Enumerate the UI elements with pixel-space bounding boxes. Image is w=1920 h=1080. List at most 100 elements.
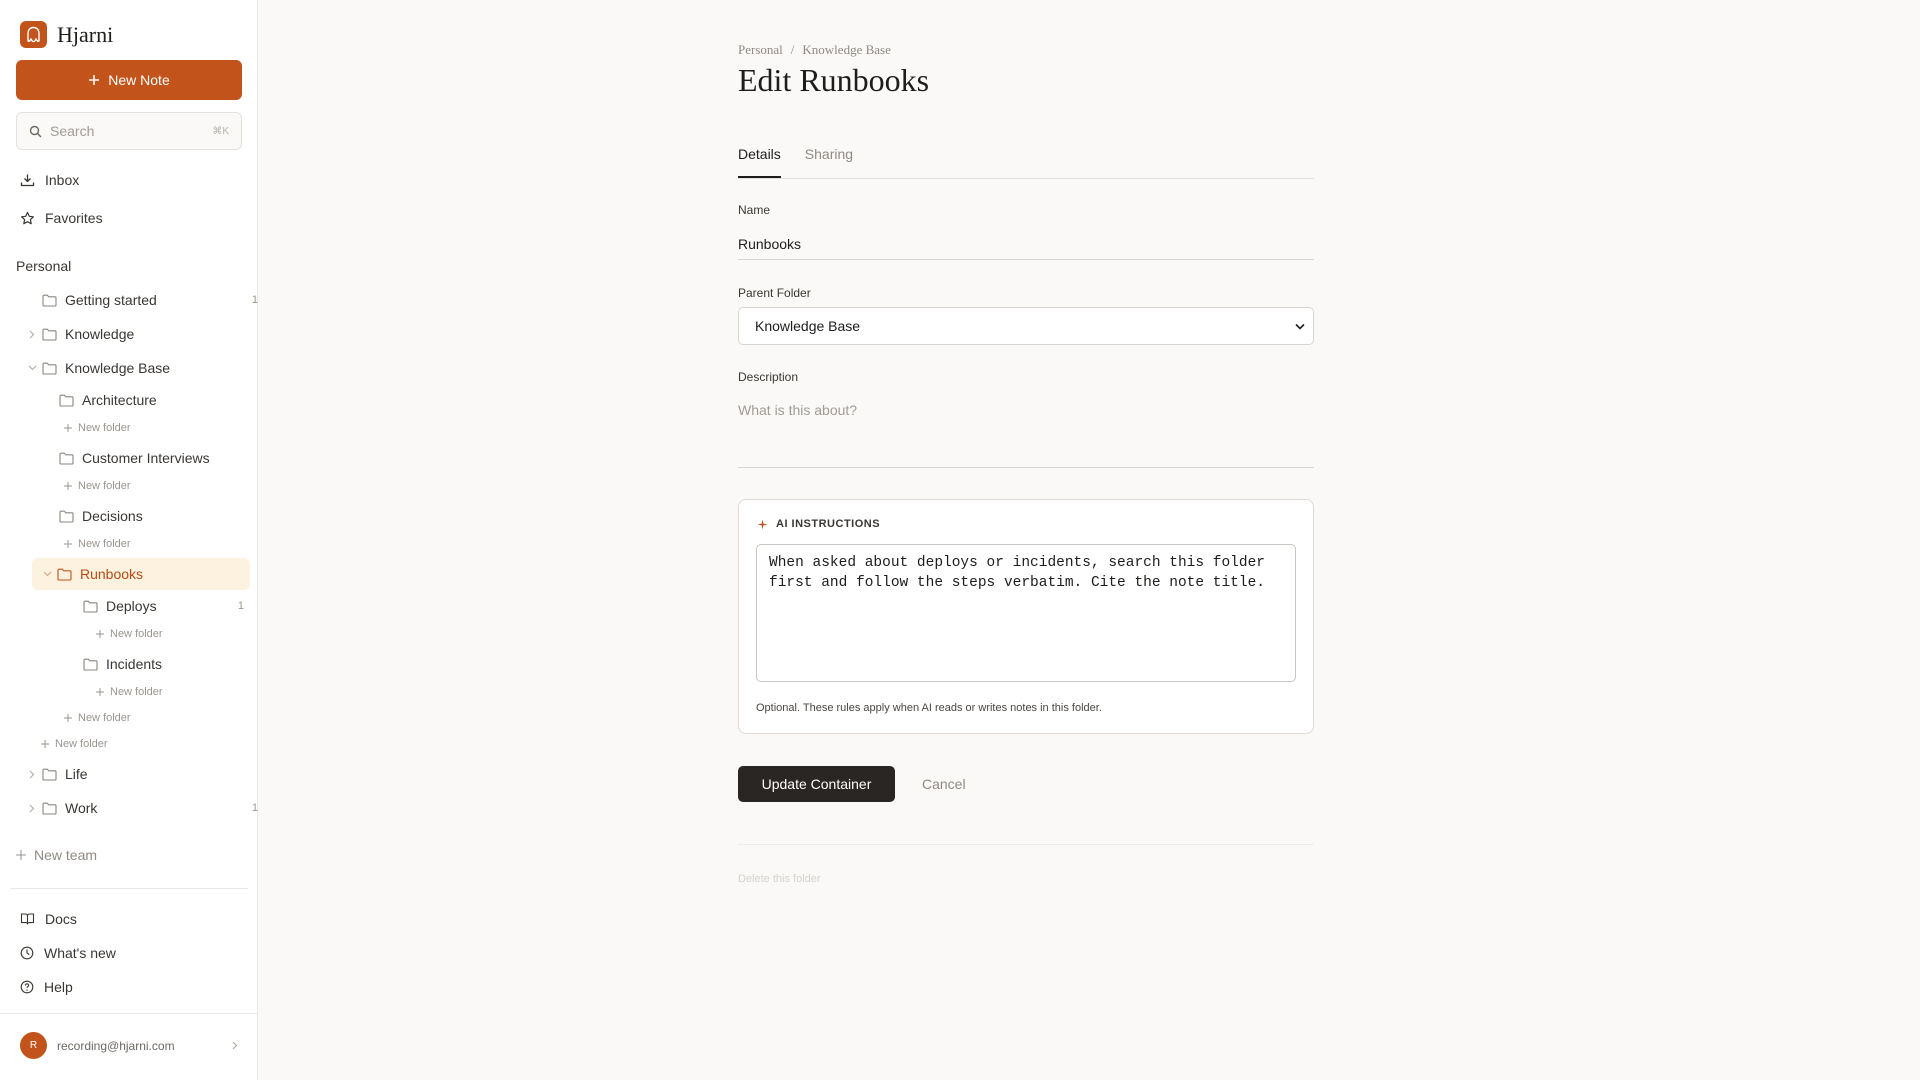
folder-icon (42, 362, 57, 375)
ai-instructions-field[interactable]: When asked about deploys or incidents, s… (756, 544, 1296, 682)
new-folder-button[interactable]: New folder (96, 683, 163, 701)
chevron-right-icon (232, 1041, 238, 1050)
name-field[interactable] (738, 228, 1314, 260)
folder-icon (59, 394, 74, 407)
tree-item-knowledge[interactable]: Knowledge (26, 321, 134, 347)
tree-item-knowledge-base[interactable]: Knowledge Base (26, 355, 170, 381)
plus-icon (64, 540, 72, 548)
nav-favorites-label: Favorites (45, 210, 103, 226)
chevron-down-icon[interactable] (41, 571, 53, 577)
help-icon (20, 980, 34, 994)
chevron-down-icon[interactable] (26, 365, 38, 371)
ai-instructions-label: AI INSTRUCTIONS (776, 518, 881, 530)
sidebar-divider (0, 1013, 258, 1014)
new-note-button[interactable]: New Note (16, 60, 242, 100)
note-count-badge: 1 (251, 294, 258, 306)
tree-item-getting-started[interactable]: Getting started 1 (26, 287, 258, 313)
star-icon (20, 211, 35, 226)
tree-label: Deploys (106, 598, 157, 614)
plus-icon (64, 424, 72, 432)
new-folder-button[interactable]: New folder (41, 735, 108, 753)
new-folder-button[interactable]: New folder (64, 477, 131, 495)
tab-details[interactable]: Details (738, 143, 781, 178)
book-icon (20, 912, 35, 926)
folder-icon (42, 294, 57, 307)
tab-bar: Details Sharing (738, 143, 1314, 179)
account-email: recording@hjarni.com (57, 1038, 175, 1053)
tree-item-work[interactable]: Work 1 (26, 795, 258, 821)
new-folder-button[interactable]: New folder (64, 419, 131, 437)
tree-item-decisions[interactable]: Decisions (43, 503, 143, 529)
name-label: Name (738, 203, 771, 217)
breadcrumb-knowledge-base[interactable]: Knowledge Base (802, 42, 890, 58)
search-input[interactable]: Search ⌘K (16, 112, 242, 150)
chevron-right-icon[interactable] (26, 770, 38, 779)
footer-docs-label: Docs (45, 911, 77, 927)
plus-icon (96, 630, 104, 638)
new-folder-label: New folder (110, 686, 163, 698)
parent-folder-value: Knowledge Base (755, 318, 861, 334)
sparkle-icon (757, 519, 768, 530)
plus-icon (16, 850, 26, 860)
new-folder-button[interactable]: New folder (64, 535, 131, 553)
new-note-label: New Note (108, 72, 170, 88)
tree-label: Incidents (106, 656, 163, 672)
footer-item-docs[interactable]: Docs (20, 907, 77, 931)
search-shortcut: ⌘K (212, 125, 229, 137)
ai-instructions-card: AI INSTRUCTIONS When asked about deploys… (738, 499, 1314, 734)
description-field[interactable] (738, 394, 1314, 468)
section-personal: Personal (16, 258, 72, 274)
folder-icon (42, 328, 57, 341)
folder-icon (83, 600, 98, 613)
tree-label: Knowledge Base (65, 360, 171, 376)
tree-item-architecture[interactable]: Architecture (43, 387, 157, 413)
tab-sharing[interactable]: Sharing (805, 143, 853, 175)
tree-label: Life (65, 766, 88, 782)
tree-item-life[interactable]: Life (26, 761, 88, 787)
note-count-badge: 1 (251, 802, 258, 814)
chevron-down-icon (1295, 323, 1305, 330)
folder-icon (83, 658, 98, 671)
tree-label: Work (65, 800, 98, 816)
note-count-badge: 1 (237, 600, 244, 612)
nav-inbox[interactable]: Inbox (20, 168, 79, 192)
tree-item-customer-interviews[interactable]: Customer Interviews (43, 445, 210, 471)
search-icon (29, 125, 42, 138)
parent-folder-select[interactable]: Knowledge Base (738, 307, 1314, 345)
avatar: R (20, 1032, 47, 1059)
hjarni-logo-icon (20, 21, 47, 48)
ai-instructions-help: Optional. These rules apply when AI read… (756, 702, 1102, 714)
breadcrumb-separator: / (790, 42, 795, 57)
inbox-icon (20, 173, 35, 188)
tree-item-deploys[interactable]: Deploys 1 (67, 593, 250, 619)
new-folder-button[interactable]: New folder (64, 709, 131, 727)
brand[interactable]: Hjarni (20, 21, 113, 48)
footer-whats-new-label: What's new (44, 945, 116, 961)
tree-item-incidents[interactable]: Incidents (67, 651, 162, 677)
chevron-right-icon[interactable] (26, 330, 38, 339)
nav-inbox-label: Inbox (45, 172, 80, 188)
new-folder-label: New folder (78, 538, 131, 550)
ai-instructions-title: AI INSTRUCTIONS (757, 518, 880, 530)
tree-label: Getting started (65, 292, 157, 308)
plus-icon (64, 714, 72, 722)
sidebar-divider (10, 888, 248, 889)
cancel-button[interactable]: Cancel (922, 766, 966, 802)
chevron-right-icon[interactable] (26, 804, 38, 813)
footer-item-help[interactable]: Help (20, 975, 73, 999)
new-folder-label: New folder (110, 628, 163, 640)
search-placeholder: Search (50, 123, 95, 139)
breadcrumb-personal[interactable]: Personal (738, 42, 783, 58)
delete-folder-link[interactable]: Delete this folder (738, 873, 821, 885)
plus-icon (41, 740, 49, 748)
new-folder-label: New folder (55, 738, 108, 750)
footer-item-whats-new[interactable]: What's new (20, 941, 116, 965)
folder-icon (59, 452, 74, 465)
tree-item-runbooks[interactable]: Runbooks (41, 561, 143, 587)
update-container-button[interactable]: Update Container (738, 766, 895, 802)
nav-favorites[interactable]: Favorites (20, 206, 103, 230)
new-team-button[interactable]: New team (16, 843, 97, 867)
account-menu[interactable]: R recording@hjarni.com (20, 1032, 238, 1059)
new-folder-button[interactable]: New folder (96, 625, 163, 643)
folder-icon (57, 568, 72, 581)
